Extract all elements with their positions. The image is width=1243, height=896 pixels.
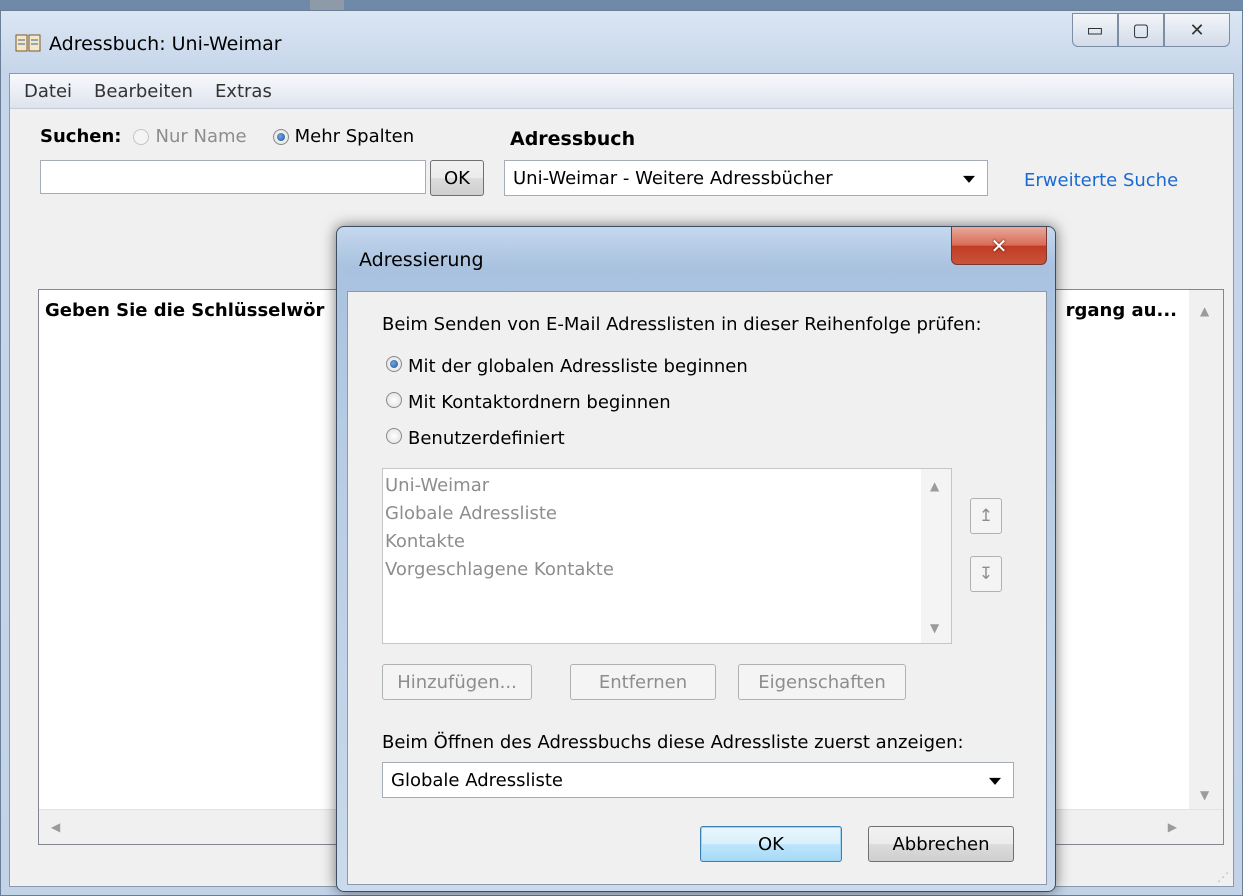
addressbook-icon (15, 34, 41, 52)
results-vertical-scrollbar[interactable]: ▲ ▼ (1189, 290, 1223, 810)
scroll-left-icon[interactable]: ◀ (51, 820, 60, 834)
radio-more-columns[interactable] (272, 128, 289, 145)
close-icon: ✕ (1189, 19, 1205, 41)
radio-global-list[interactable] (386, 356, 402, 372)
option-contact-folders-label: Mit Kontaktordnern beginnen (408, 392, 671, 413)
dialog-client: Beim Senden von E-Mail Adresslisten in d… (347, 291, 1047, 885)
address-list-box[interactable]: Uni-Weimar Globale Adressliste Kontakte … (382, 468, 952, 644)
scroll-down-icon[interactable]: ▼ (1200, 788, 1209, 802)
dropdown-arrow-icon (989, 777, 1001, 785)
cancel-button[interactable]: Abbrechen (868, 826, 1014, 862)
minimize-icon: ▭ (1086, 19, 1104, 41)
dropdown-arrow-icon (963, 175, 975, 183)
ok-button[interactable]: OK (700, 826, 842, 862)
arrow-down-icon: ↧ (978, 564, 994, 584)
radio-contact-folders[interactable] (386, 392, 402, 408)
addressing-dialog: Adressierung ✕ Beim Senden von E-Mail Ad… (336, 226, 1056, 892)
list-item[interactable]: Kontakte (385, 531, 465, 552)
menu-datei[interactable]: Datei (24, 81, 72, 102)
move-down-button[interactable]: ↧ (970, 556, 1002, 592)
scroll-right-icon[interactable]: ▶ (1168, 820, 1177, 834)
search-order-prompt: Beim Senden von E-Mail Adresslisten in d… (382, 314, 982, 335)
list-item[interactable]: Vorgeschlagene Kontakte (385, 559, 614, 580)
option-global-list-label: Mit der globalen Adressliste beginnen (408, 356, 748, 377)
search-ok-button[interactable]: OK (430, 160, 484, 196)
option-contact-folders[interactable]: Mit Kontaktordnern beginnen (386, 392, 671, 413)
properties-button[interactable]: Eigenschaften (738, 664, 906, 700)
radio-more-columns-label: Mehr Spalten (294, 126, 415, 147)
option-global-list[interactable]: Mit der globalen Adressliste beginnen (386, 356, 748, 377)
remove-button[interactable]: Entfernen (570, 664, 716, 700)
maximize-button[interactable]: ▢ (1118, 13, 1164, 47)
open-list-select[interactable]: Globale Adressliste (382, 762, 1014, 798)
open-list-select-value: Globale Adressliste (391, 769, 563, 791)
addressbook-select-value: Uni-Weimar - Weitere Adressbücher (513, 167, 833, 189)
scroll-up-icon[interactable]: ▲ (930, 479, 939, 493)
dialog-close-button[interactable]: ✕ (951, 227, 1047, 265)
radio-custom[interactable] (386, 428, 402, 444)
menu-extras[interactable]: Extras (215, 81, 272, 102)
list-item[interactable]: Globale Adressliste (385, 503, 557, 524)
addressbook-label: Adressbuch (510, 128, 636, 150)
option-custom[interactable]: Benutzerdefiniert (386, 428, 565, 449)
menu-bar: Datei Bearbeiten Extras (10, 74, 1233, 109)
option-custom-label: Benutzerdefiniert (408, 428, 565, 449)
window-title-text: Adressbuch: Uni-Weimar (49, 33, 282, 55)
menu-bearbeiten[interactable]: Bearbeiten (94, 81, 193, 102)
search-label: Suchen: (40, 126, 122, 147)
window-title: Adressbuch: Uni-Weimar (15, 33, 282, 55)
add-button[interactable]: Hinzufügen... (382, 664, 532, 700)
dialog-title: Adressierung (359, 249, 484, 271)
resize-grip-icon[interactable]: ⋰ (1217, 870, 1229, 884)
close-button[interactable]: ✕ (1164, 13, 1230, 47)
close-icon: ✕ (990, 233, 1008, 258)
window-controls: ▭ ▢ ✕ (1072, 13, 1230, 47)
minimize-button[interactable]: ▭ (1072, 13, 1118, 47)
open-list-prompt: Beim Öffnen des Adressbuchs diese Adress… (382, 732, 964, 753)
list-scrollbar[interactable]: ▲ ▼ (921, 469, 951, 643)
move-up-button[interactable]: ↥ (970, 498, 1002, 534)
search-options: Suchen: Nur Name Mehr Spalten (40, 126, 414, 147)
scroll-up-icon[interactable]: ▲ (1200, 304, 1209, 318)
results-header-right: rgang au... (1065, 300, 1177, 321)
list-item[interactable]: Uni-Weimar (385, 475, 489, 496)
results-header-left: Geben Sie die Schlüsselwör (45, 300, 325, 321)
radio-name-only-label: Nur Name (155, 126, 247, 147)
search-input[interactable] (40, 160, 426, 194)
advanced-search-link[interactable]: Erweiterte Suche (1024, 170, 1178, 191)
maximize-icon: ▢ (1132, 19, 1150, 41)
radio-name-only[interactable] (133, 128, 150, 145)
arrow-up-icon: ↥ (978, 506, 994, 526)
scroll-down-icon[interactable]: ▼ (930, 621, 939, 635)
addressbook-select[interactable]: Uni-Weimar - Weitere Adressbücher (504, 160, 988, 196)
